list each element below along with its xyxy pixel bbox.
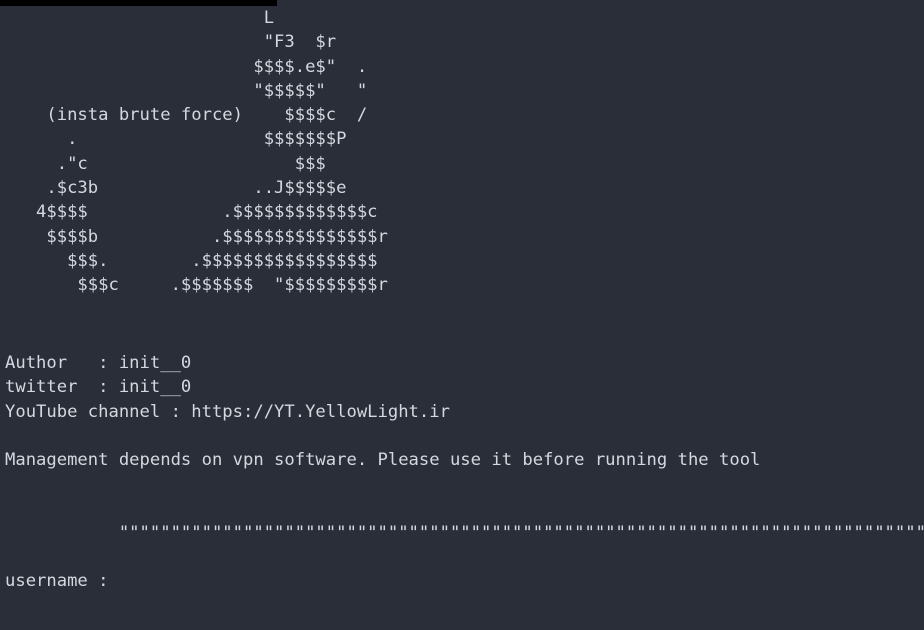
vpn-notice-line: Management depends on vpn software. Plea… — [5, 450, 761, 470]
divider-line: """"""""""""""""""""""""""""""""""""""""… — [5, 523, 924, 543]
terminal-screen[interactable]: L "F3 $r $$$$.e$" . "$$$$$" " (insta bru… — [0, 6, 924, 630]
terminal-window: L "F3 $r $$$$.e$" . "$$$$$" " (insta bru… — [0, 0, 924, 630]
username-prompt-label: username : — [5, 571, 109, 591]
text-cursor — [110, 572, 119, 590]
credits-block: Author : init__0 twitter : init__0 YouTu… — [5, 353, 450, 422]
ascii-art-banner: L "F3 $r $$$$.e$" . "$$$$$" " (insta bru… — [36, 8, 388, 296]
username-prompt-line[interactable]: username : — [5, 569, 119, 593]
